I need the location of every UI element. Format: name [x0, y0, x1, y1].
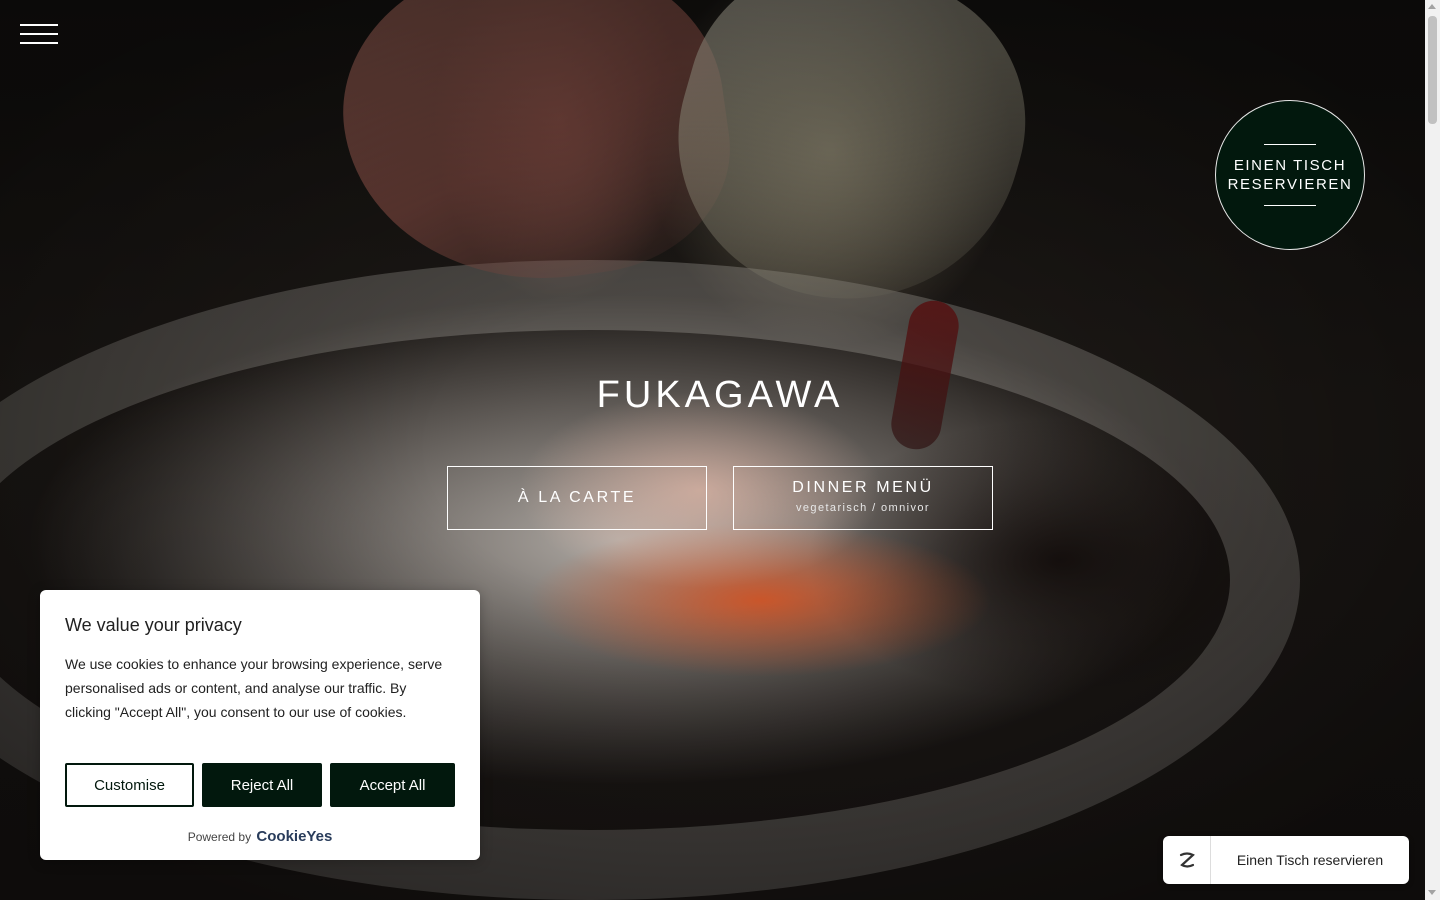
hand-shape [324, 0, 746, 305]
reject-all-button[interactable]: Reject All [202, 763, 322, 807]
cookie-consent-banner: We value your privacy We use cookies to … [40, 590, 480, 860]
hamburger-menu-icon[interactable] [20, 24, 58, 44]
a-la-carte-button[interactable]: À LA CARTE [447, 466, 707, 530]
booking-widget-button[interactable]: Einen Tisch reservieren [1163, 836, 1409, 884]
a-la-carte-label: À LA CARTE [517, 489, 637, 506]
customise-button[interactable]: Customise [65, 763, 194, 807]
dinner-menu-sublabel: vegetarisch / omnivor [796, 502, 930, 514]
cookie-title: We value your privacy [65, 615, 242, 635]
dinner-menu-label: DINNER MENÜ [792, 479, 934, 496]
divider-bottom [1264, 205, 1316, 206]
dinner-menu-button[interactable]: DINNER MENÜ vegetarisch / omnivor [733, 466, 993, 530]
divider-top [1264, 144, 1316, 145]
reserve-table-circle-button[interactable]: EINEN TISCH RESERVIEREN [1215, 100, 1365, 250]
powered-by-text: Powered by [187, 830, 252, 844]
reserve-line-1: EINEN TISCH [1233, 157, 1347, 174]
cookie-buttons: Customise Reject All Accept All [65, 763, 455, 807]
accept-all-button[interactable]: Accept All [330, 763, 455, 807]
booking-widget-label: Einen Tisch reservieren [1236, 852, 1384, 868]
z-logo-icon [1163, 836, 1211, 884]
scroll-down-arrow-icon[interactable] [1428, 890, 1436, 895]
scroll-up-arrow-icon[interactable] [1428, 4, 1436, 9]
cookieyes-logo[interactable]: CookieYes [256, 828, 332, 845]
page-scrollbar[interactable] [1425, 0, 1440, 900]
powered-by: Powered by CookieYes [40, 828, 480, 845]
scrollbar-thumb[interactable] [1428, 16, 1437, 124]
page-title: FUKAGAWA [596, 374, 844, 416]
sauce-jug-shape [641, 0, 1059, 341]
cookie-text: We use cookies to enhance your browsing … [65, 656, 443, 720]
reserve-line-2: RESERVIEREN [1227, 176, 1353, 193]
